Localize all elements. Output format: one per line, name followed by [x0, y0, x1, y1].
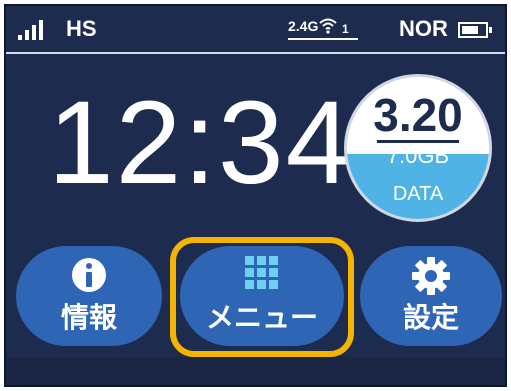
menu-button-label: メニュー — [205, 301, 318, 334]
grid-icon — [245, 256, 279, 290]
power-mode: NOR — [399, 16, 448, 41]
menu-button[interactable]: メニュー — [180, 246, 344, 346]
data-usage-indicator: 3.20 7.0GB DATA — [344, 74, 492, 222]
settings-button-label: 設定 — [402, 301, 459, 334]
data-used-value: 3.20 — [373, 89, 463, 141]
data-capacity: 7.0GB — [386, 143, 450, 168]
info-button-label: 情報 — [60, 301, 117, 334]
wifi-band-underline — [288, 38, 358, 40]
gear-icon — [412, 257, 450, 295]
wifi-icon — [319, 18, 337, 34]
battery-icon — [458, 22, 492, 38]
data-label: DATA — [392, 183, 444, 205]
clock-time: 12:34 — [48, 77, 354, 209]
wifi-client-count: 1 — [342, 22, 349, 36]
status-bar: HS 2.4G 1 NOR — [6, 6, 505, 54]
wifi-band: 2.4G — [288, 18, 319, 34]
device-screen: HS 2.4G 1 NOR 12:34 3.20 7.0GB DATA 情報 メ… — [4, 4, 507, 387]
bottom-strip — [6, 357, 505, 385]
info-icon — [72, 258, 106, 292]
settings-button[interactable]: 設定 — [360, 246, 502, 346]
info-button[interactable]: 情報 — [16, 246, 162, 346]
signal-strength-icon — [18, 20, 46, 40]
battery-level — [462, 26, 478, 34]
network-type: HS — [66, 16, 97, 41]
